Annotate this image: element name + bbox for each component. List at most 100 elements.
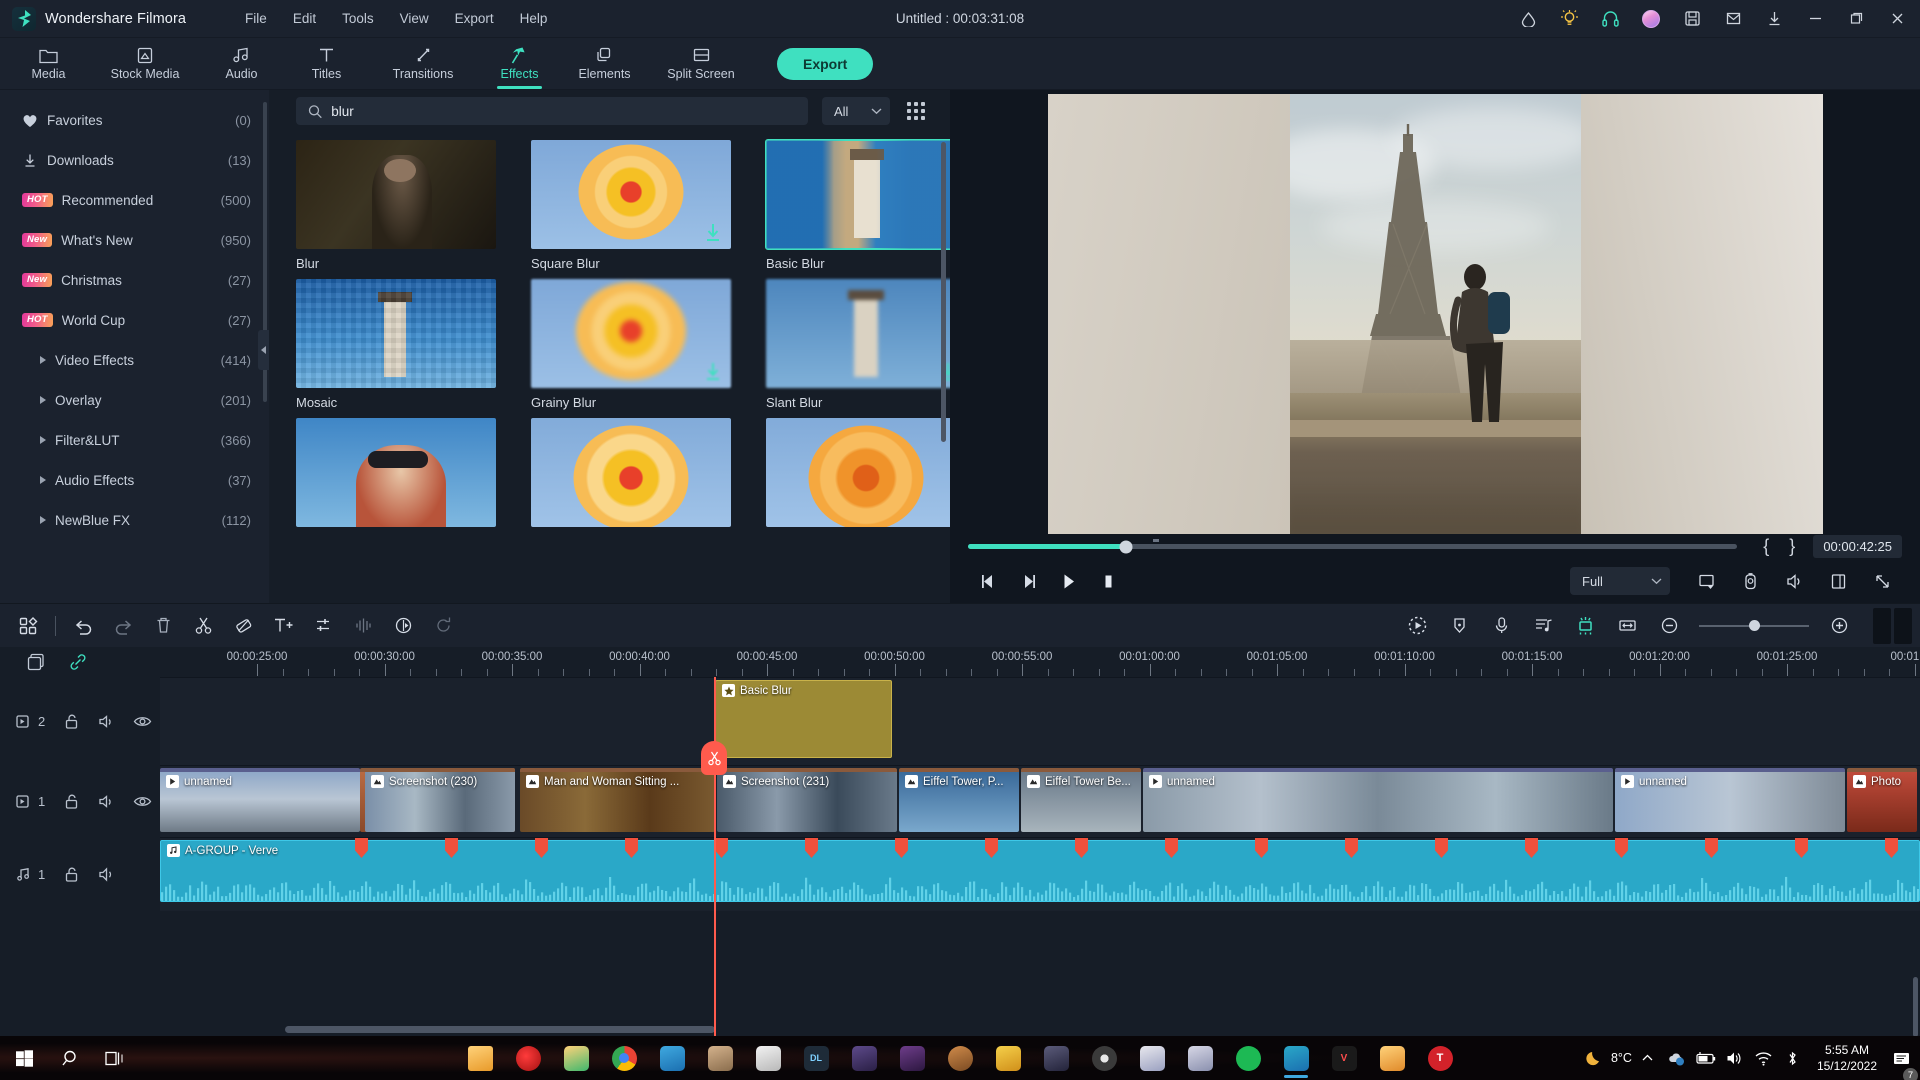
grid-view-button[interactable] xyxy=(904,99,928,123)
menu-export[interactable]: Export xyxy=(442,6,507,31)
playhead[interactable] xyxy=(714,677,716,1036)
video-clip[interactable]: Eiffel Tower Be... xyxy=(1021,768,1141,832)
mute-icon[interactable] xyxy=(98,793,115,810)
battery-charging-icon[interactable] xyxy=(1693,1036,1719,1080)
video-clip[interactable]: unnamed xyxy=(1615,768,1845,832)
taskbar-app-vegas[interactable]: V xyxy=(1320,1036,1368,1080)
tab-elements[interactable]: Elements xyxy=(562,38,647,89)
volume-icon[interactable] xyxy=(1722,1036,1748,1080)
stop-button[interactable] xyxy=(1088,561,1128,601)
seek-bar[interactable] xyxy=(968,539,1738,554)
mail-icon[interactable] xyxy=(1714,0,1752,38)
eye-icon[interactable] xyxy=(133,793,152,810)
audio-list-icon[interactable] xyxy=(1523,606,1563,646)
bluetooth-icon[interactable] xyxy=(1780,1036,1806,1080)
taskbar-app-media[interactable] xyxy=(888,1036,936,1080)
prev-frame-button[interactable] xyxy=(968,561,1008,601)
filter-select[interactable]: All xyxy=(822,97,890,125)
menu-view[interactable]: View xyxy=(387,6,442,31)
download-icon[interactable] xyxy=(704,362,722,382)
sidebar-item-christmas[interactable]: New Christmas (27) xyxy=(0,260,269,300)
next-frame-button[interactable] xyxy=(1008,561,1048,601)
video-clip[interactable]: Screenshot (230) xyxy=(365,768,515,832)
track-body-audio-1[interactable]: A-GROUP - Verve xyxy=(160,837,1920,911)
fit-timeline-icon[interactable] xyxy=(1607,606,1647,646)
adjust-icon[interactable] xyxy=(303,606,343,646)
sidebar-item-newblue-fx[interactable]: NewBlue FX (112) xyxy=(0,500,269,540)
auto-highlight-icon[interactable] xyxy=(1565,606,1605,646)
lock-icon[interactable] xyxy=(63,866,80,883)
taskbar-app-chrome[interactable] xyxy=(600,1036,648,1080)
timeline-ruler[interactable]: 00:00:25:00 00:00:30:00 00:00:35:00 00:00:4… xyxy=(160,647,1920,677)
quality-select[interactable]: Full xyxy=(1570,567,1670,596)
tab-media[interactable]: Media xyxy=(6,38,91,89)
lock-icon[interactable] xyxy=(63,713,80,730)
marker-icon[interactable] xyxy=(1439,606,1479,646)
tab-audio[interactable]: Audio xyxy=(199,38,284,89)
lock-icon[interactable] xyxy=(63,793,80,810)
delete-icon[interactable] xyxy=(143,606,183,646)
add-text-icon[interactable] xyxy=(263,606,303,646)
taskbar-app-dark[interactable] xyxy=(1032,1036,1080,1080)
effect-card[interactable] xyxy=(766,418,950,534)
cloud-icon[interactable] xyxy=(1509,0,1547,38)
browser-scrollbar[interactable] xyxy=(941,142,946,442)
sidebar-item-filter-lut[interactable]: Filter&LUT (366) xyxy=(0,420,269,460)
menu-help[interactable]: Help xyxy=(507,6,561,31)
tab-titles[interactable]: Titles xyxy=(284,38,369,89)
taskbar-app-filmora-active[interactable] xyxy=(1272,1036,1320,1080)
audio-waveform-icon[interactable] xyxy=(343,606,383,646)
effect-card-selected[interactable]: Basic Blur xyxy=(765,139,950,271)
headphones-icon[interactable] xyxy=(1591,0,1629,38)
mark-in-icon[interactable]: { xyxy=(1753,536,1779,557)
taskbar-app-store[interactable] xyxy=(552,1036,600,1080)
link-icon[interactable] xyxy=(68,652,88,672)
effect-card[interactable] xyxy=(296,418,496,534)
volume-icon[interactable] xyxy=(98,866,117,883)
audio-clip[interactable]: A-GROUP - Verve xyxy=(160,840,1920,902)
sidebar-item-world-cup[interactable]: HOT World Cup (27) xyxy=(0,300,269,340)
sidebar-item-downloads[interactable]: Downloads (13) xyxy=(0,140,269,180)
video-frame[interactable] xyxy=(1047,94,1823,534)
eye-icon[interactable] xyxy=(133,713,152,730)
reverse-icon[interactable] xyxy=(423,606,463,646)
search-box[interactable] xyxy=(296,97,808,125)
add-track-icon[interactable] xyxy=(26,652,46,672)
pop-out-icon[interactable] xyxy=(1686,561,1726,601)
effect-clip-basic-blur[interactable]: Basic Blur xyxy=(715,680,892,758)
taskbar-app-torrent[interactable]: T xyxy=(1416,1036,1464,1080)
taskbar-clock[interactable]: 5:55 AM 15/12/2022 xyxy=(1809,1042,1885,1074)
collapse-panel-handle[interactable] xyxy=(258,330,269,370)
minimize-icon[interactable] xyxy=(1796,0,1834,38)
download-icon[interactable] xyxy=(1755,0,1793,38)
save-icon[interactable] xyxy=(1673,0,1711,38)
zoom-slider-handle[interactable] xyxy=(1748,620,1760,631)
tab-stock-media[interactable]: Stock Media xyxy=(91,38,199,89)
mute-icon[interactable] xyxy=(98,713,115,730)
sidebar-item-video-effects[interactable]: Video Effects (414) xyxy=(0,340,269,380)
taskbar-app-dl[interactable]: DL xyxy=(792,1036,840,1080)
play-button[interactable] xyxy=(1048,561,1088,601)
preview-timecode[interactable]: 00:00:42:25 xyxy=(1813,535,1902,559)
track-body-video-1[interactable]: unnamed Screenshot (230) Man and Woman Sit… xyxy=(160,765,1920,837)
effect-card[interactable]: Mosaic xyxy=(296,279,496,410)
avatar-icon[interactable] xyxy=(1632,0,1670,38)
lightbulb-icon[interactable] xyxy=(1550,0,1588,38)
panel-toggle-group[interactable] xyxy=(1873,607,1912,644)
video-clip[interactable]: Photo xyxy=(1847,768,1917,832)
close-icon[interactable] xyxy=(1878,0,1916,38)
moon-icon[interactable] xyxy=(1582,1036,1608,1080)
taskbar-app-stack[interactable] xyxy=(648,1036,696,1080)
fullscreen-icon[interactable] xyxy=(1862,561,1902,601)
voiceover-mic-icon[interactable] xyxy=(1481,606,1521,646)
video-clip[interactable]: unnamed xyxy=(160,768,360,832)
split-view-icon[interactable] xyxy=(1818,561,1858,601)
effect-card[interactable]: Blur xyxy=(296,140,496,271)
volume-icon[interactable] xyxy=(1774,561,1814,601)
tab-split-screen[interactable]: Split Screen xyxy=(647,38,755,89)
menu-edit[interactable]: Edit xyxy=(280,6,329,31)
effect-card[interactable]: Grainy Blur xyxy=(531,279,731,410)
render-preview-icon[interactable] xyxy=(1397,606,1437,646)
taskbar-app-filmora-doc[interactable] xyxy=(696,1036,744,1080)
tab-effects[interactable]: Effects xyxy=(477,38,562,89)
